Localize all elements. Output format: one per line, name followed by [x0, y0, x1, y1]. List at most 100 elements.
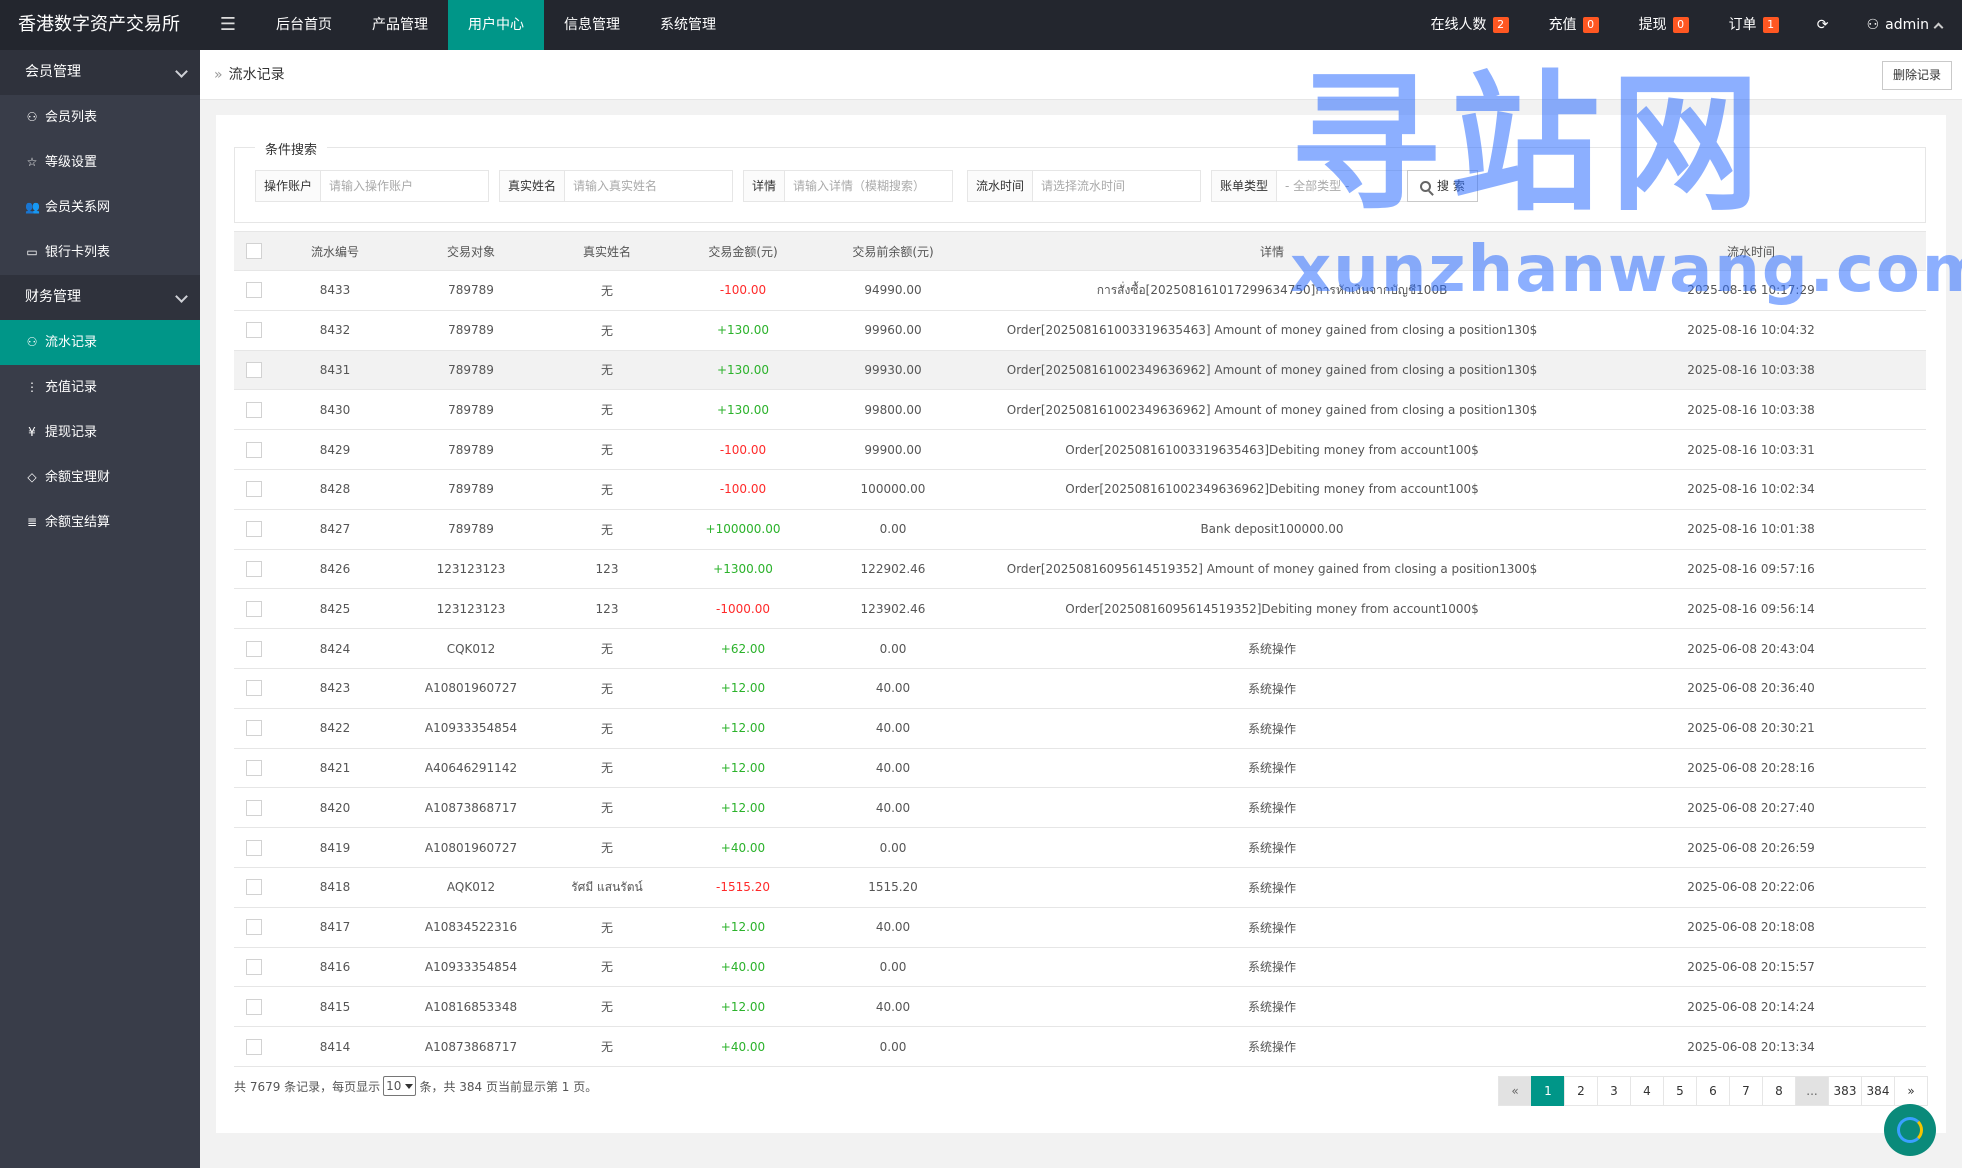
name-input[interactable] — [565, 170, 734, 202]
cell-id: 8426 — [274, 549, 396, 590]
cell-detail: 系统操作 — [968, 628, 1576, 669]
page-1[interactable]: 1 — [1531, 1076, 1565, 1106]
sidebar-item-member-network[interactable]: 👥 会员关系网 — [0, 185, 200, 230]
sidebar-group-label: 会员管理 — [25, 64, 81, 80]
cell-target: A10816853348 — [396, 986, 546, 1028]
detail-input[interactable] — [785, 170, 954, 202]
table-row[interactable]: 8433 789789 无 -100.00 94990.00 การสั่งซื้อ[20… — [234, 270, 1926, 311]
cell-id: 8424 — [274, 628, 396, 669]
page-6[interactable]: 6 — [1696, 1076, 1730, 1106]
table-row[interactable]: 8417 A10834522316 无 +12.00 40.00 系统操作 2025-06-… — [234, 907, 1926, 948]
page-5[interactable]: 5 — [1663, 1076, 1697, 1106]
cell-before: 40.00 — [818, 907, 968, 948]
table-row[interactable]: 8423 A10801960727 无 +12.00 40.00 系统操作 2025-06-… — [234, 668, 1926, 709]
table-row[interactable]: 8415 A10816853348 无 +12.00 40.00 系统操作 2025-06-… — [234, 986, 1926, 1028]
table-row[interactable]: 8418 AQK012 รัศมี แสนรัตน์ -1515.20 1515.20 系… — [234, 867, 1926, 908]
sidebar-item-level-settings[interactable]: ☆ 等级设置 — [0, 140, 200, 185]
recharge-link[interactable]: 充值 0 — [1529, 0, 1619, 50]
delete-records-button[interactable]: 删除记录 — [1881, 61, 1952, 90]
table-row[interactable]: 8427 789789 无 +100000.00 0.00 Bank deposit100… — [234, 509, 1926, 550]
table-row[interactable]: 8414 A10873868717 无 +40.00 0.00 系统操作 2025-06-0… — [234, 1026, 1926, 1067]
nav-user-center[interactable]: 用户中心 — [448, 0, 544, 50]
refresh-icon[interactable]: ⟳ — [1799, 0, 1847, 50]
table-row[interactable]: 8426 123123123 123 +1300.00 122902.46 Order[2… — [234, 549, 1926, 590]
account-label: 操作账户 — [255, 170, 322, 202]
nav-products[interactable]: 产品管理 — [352, 0, 448, 50]
page-384[interactable]: 384 — [1861, 1076, 1895, 1106]
row-checkbox[interactable] — [246, 759, 262, 776]
row-checkbox[interactable] — [246, 282, 262, 299]
page-size-select[interactable]: 10 — [383, 1076, 417, 1096]
sidebar-item-yuebao-settle[interactable]: ≣ 余额宝结算 — [0, 500, 200, 545]
row-checkbox[interactable] — [246, 521, 262, 538]
page-4[interactable]: 4 — [1630, 1076, 1664, 1106]
select-all-checkbox[interactable] — [246, 243, 262, 259]
assistant-icon — [1897, 1117, 1923, 1143]
row-checkbox-cell — [234, 708, 274, 749]
page-3[interactable]: 3 — [1597, 1076, 1631, 1106]
row-checkbox[interactable] — [246, 640, 262, 657]
floating-assistant-button[interactable] — [1884, 1104, 1936, 1156]
nav-info[interactable]: 信息管理 — [544, 0, 640, 50]
table-row[interactable]: 8419 A10801960727 无 +40.00 0.00 系统操作 2025-06-0… — [234, 827, 1926, 868]
col-header-id: 流水编号 — [274, 231, 396, 271]
table-row[interactable]: 8429 789789 无 -100.00 99900.00 Order[20250816… — [234, 429, 1926, 470]
table-row[interactable]: 8421 A40646291142 无 +12.00 40.00 系统操作 2025-06-… — [234, 748, 1926, 789]
row-checkbox[interactable] — [246, 998, 262, 1015]
prev-page-button[interactable]: « — [1498, 1076, 1532, 1106]
table-row[interactable]: 8422 A10933354854 无 +12.00 40.00 系统操作 2025-06-… — [234, 708, 1926, 749]
table-row[interactable]: 8432 789789 无 +130.00 99960.00 Order[20250816… — [234, 310, 1926, 351]
time-input[interactable] — [1033, 170, 1202, 202]
next-page-button[interactable]: » — [1894, 1076, 1928, 1106]
row-checkbox[interactable] — [246, 919, 262, 936]
row-checkbox[interactable] — [246, 799, 262, 816]
page-8[interactable]: 8 — [1762, 1076, 1796, 1106]
table-row[interactable]: 8424 CQK012 无 +62.00 0.00 系统操作 2025-06-08 20:4… — [234, 628, 1926, 669]
page-7[interactable]: 7 — [1729, 1076, 1763, 1106]
cell-time: 2025-08-16 10:04:32 — [1576, 310, 1926, 351]
sidebar-item-yuebao-invest[interactable]: ◇ 余额宝理财 — [0, 455, 200, 500]
page-383[interactable]: 383 — [1828, 1076, 1862, 1106]
cell-detail: Order[20250816100234963696​2] Amount of … — [968, 389, 1576, 431]
nav-system[interactable]: 系统管理 — [640, 0, 736, 50]
sidebar-item-recharge-records[interactable]: ⋮ 充值记录 — [0, 365, 200, 410]
row-checkbox[interactable] — [246, 720, 262, 737]
row-checkbox[interactable] — [246, 481, 262, 498]
row-checkbox[interactable] — [246, 361, 262, 378]
account-input[interactable] — [321, 170, 490, 202]
orders-link[interactable]: 订单 1 — [1709, 0, 1799, 50]
sidebar-item-withdraw-records[interactable]: ¥ 提现记录 — [0, 410, 200, 455]
online-users[interactable]: 在线人数 2 — [1411, 0, 1529, 50]
table-row[interactable]: 8416 A10933354854 无 +40.00 0.00 系统操作 2025-06-0… — [234, 947, 1926, 988]
table-row[interactable]: 8431 789789 无 +130.00 99930.00 Order[20250816… — [234, 350, 1926, 391]
sidebar-item-bank-cards[interactable]: ▭ 银行卡列表 — [0, 230, 200, 275]
sidebar-item-transactions[interactable]: ⚇ 流水记录 — [0, 320, 200, 365]
search-button[interactable]: 搜 索 — [1407, 170, 1478, 202]
table-row[interactable]: 8428 789789 无 -100.00 100000.00 Order[2025081… — [234, 469, 1926, 510]
row-checkbox[interactable] — [246, 958, 262, 975]
table-row[interactable]: 8430 789789 无 +130.00 99800.00 Order[20250816… — [234, 389, 1926, 431]
admin-menu[interactable]: ⚇ admin — [1847, 0, 1962, 50]
row-checkbox[interactable] — [246, 1038, 262, 1055]
cell-name: 无 — [546, 350, 668, 391]
sidebar-group-members[interactable]: 会员管理 — [0, 50, 200, 95]
row-checkbox[interactable] — [246, 600, 262, 617]
row-checkbox[interactable] — [246, 322, 262, 339]
sidebar-group-finance[interactable]: 财务管理 — [0, 275, 200, 320]
row-checkbox[interactable] — [246, 560, 262, 577]
menu-toggle-icon[interactable]: ☰ — [200, 0, 256, 50]
table-row[interactable]: 8420 A10873868717 无 +12.00 40.00 系统操作 2025-06-… — [234, 787, 1926, 829]
row-checkbox[interactable] — [246, 879, 262, 896]
row-checkbox[interactable] — [246, 839, 262, 856]
cell-detail: 系统操作 — [968, 986, 1576, 1028]
nav-home[interactable]: 后台首页 — [256, 0, 352, 50]
withdraw-link[interactable]: 提现 0 — [1619, 0, 1709, 50]
row-checkbox[interactable] — [246, 680, 262, 697]
sidebar-item-label: 会员列表 — [45, 110, 98, 125]
row-checkbox[interactable] — [246, 441, 262, 458]
table-row[interactable]: 8425 123123123 123 -1000.00 123902.46 Order[2… — [234, 588, 1926, 630]
cell-name: 无 — [546, 708, 668, 749]
page-2[interactable]: 2 — [1564, 1076, 1598, 1106]
row-checkbox[interactable] — [246, 401, 262, 418]
sidebar-item-member-list[interactable]: ⚇ 会员列表 — [0, 95, 200, 140]
